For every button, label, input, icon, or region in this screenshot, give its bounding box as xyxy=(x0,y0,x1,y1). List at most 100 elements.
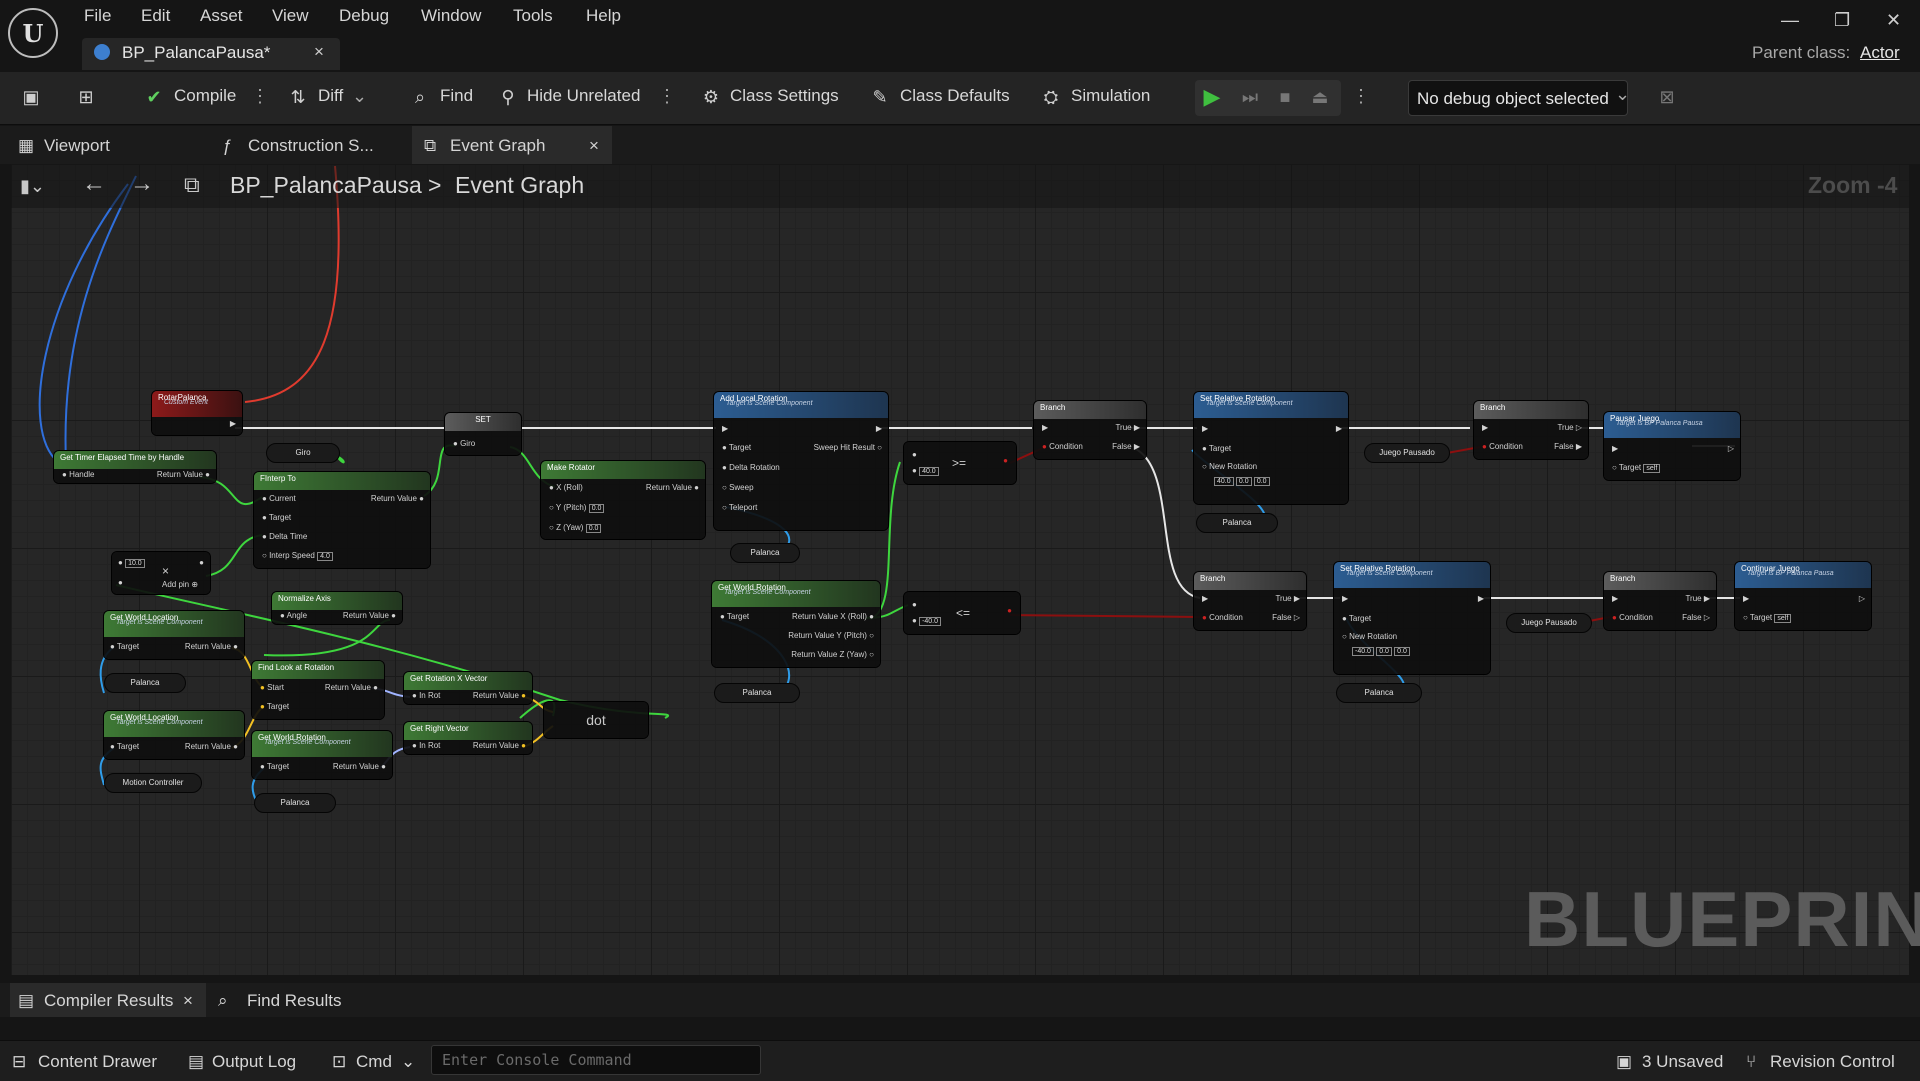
node-get-rotation-x-vector[interactable]: Get Rotation X Vector ● In Rot Return Va… xyxy=(404,672,532,704)
node-rotar-palanca[interactable]: RotarPalanca Custom Event ▶ xyxy=(152,391,242,435)
pin-z-yaw[interactable]: ○ Z (Yaw) 0.0 xyxy=(549,523,602,533)
node-dot-product[interactable]: dot xyxy=(544,702,648,738)
pin-return[interactable]: Return Value ● xyxy=(473,741,526,750)
node-finterp-to[interactable]: FInterp To ● Current Return Value ● ● Ta… xyxy=(254,472,430,568)
revision-control-button[interactable]: Revision Control xyxy=(1770,1052,1895,1072)
var-palanca[interactable]: Palanca xyxy=(254,793,336,813)
pin-target[interactable]: ● Target xyxy=(722,443,751,452)
var-palanca[interactable]: Palanca xyxy=(1336,683,1422,703)
pin-return[interactable]: Return Value ● xyxy=(325,683,378,692)
output-log-button[interactable]: Output Log xyxy=(212,1052,296,1072)
node-continuar-juego[interactable]: Continuar Juego Target is BP Palanca Paus… xyxy=(1735,562,1871,630)
pin-current[interactable]: ● Current xyxy=(262,494,296,503)
pin-true[interactable]: True ▶ xyxy=(1115,423,1140,432)
var-palanca[interactable]: Palanca xyxy=(1196,513,1278,533)
pin-target[interactable]: ● Target xyxy=(260,762,289,771)
pin-return[interactable]: Return Value ● xyxy=(343,611,396,620)
node-set-relative-rotation-2[interactable]: Set Relative Rotation Target is Scene Com… xyxy=(1334,562,1490,674)
exec-in-pin[interactable]: ▶ xyxy=(1612,594,1618,603)
exec-out-pin[interactable]: ▷ xyxy=(1728,444,1734,453)
node-greater-equal[interactable]: ● ● 40.0 >= ● xyxy=(904,442,1016,484)
pin-delta-time[interactable]: ● Delta Time xyxy=(262,532,307,541)
content-drawer-button[interactable]: Content Drawer xyxy=(38,1052,157,1072)
pin-out[interactable]: ● xyxy=(1003,456,1008,465)
pin-return[interactable]: Return Value ● xyxy=(473,691,526,700)
pin-a[interactable]: ● 10.0 xyxy=(118,558,145,568)
pin-target[interactable]: ● Target xyxy=(720,612,749,621)
cmd-chevron-down-icon[interactable]: ⌄ xyxy=(401,1052,415,1072)
var-juego-pausado[interactable]: Juego Pausado xyxy=(1506,613,1592,633)
tab-compiler-close-icon[interactable]: × xyxy=(183,991,193,1011)
pin-true[interactable]: True ▶ xyxy=(1685,594,1710,603)
var-palanca[interactable]: Palanca xyxy=(104,673,186,693)
exec-in-pin[interactable]: ▶ xyxy=(1482,423,1488,432)
node-branch-4[interactable]: Branch ▶ True ▶ ● Condition False ▷ xyxy=(1604,572,1716,630)
node-normalize-axis[interactable]: Normalize Axis ● Angle Return Value ● xyxy=(272,592,402,624)
forward-arrow-icon[interactable]: → xyxy=(130,170,154,198)
cmd-select[interactable]: Cmd xyxy=(356,1052,392,1072)
node-get-world-rotation[interactable]: Get World Rotation Target is Scene Compon… xyxy=(712,581,880,667)
exec-out-pin[interactable]: ▶ xyxy=(1336,424,1342,433)
exec-in-pin[interactable]: ▶ xyxy=(1342,594,1348,603)
pin-handle[interactable]: ● Handle xyxy=(62,470,94,479)
pin-condition[interactable]: ● Condition xyxy=(1482,442,1523,451)
pin-b[interactable]: ● xyxy=(118,578,123,587)
var-juego-pausado[interactable]: Juego Pausado xyxy=(1364,443,1450,463)
breadcrumb-graph[interactable]: Event Graph xyxy=(455,172,584,199)
console-command-input[interactable] xyxy=(431,1045,761,1075)
pin-y-pitch[interactable]: ○ Y (Pitch) 0.0 xyxy=(549,503,605,513)
pin-condition[interactable]: ● Condition xyxy=(1042,442,1083,451)
tab-find-results[interactable]: Find Results xyxy=(247,991,341,1011)
add-pin-button[interactable]: Add pin ⊕ xyxy=(162,580,198,589)
pin-target[interactable]: ● Target xyxy=(260,702,289,711)
node-set-giro[interactable]: SET ● Giro xyxy=(445,413,521,455)
pin-target[interactable]: ● Target xyxy=(1202,444,1231,453)
pin-false[interactable]: False ▷ xyxy=(1682,613,1710,622)
pin-giro[interactable]: ● Giro xyxy=(453,439,475,448)
node-get-right-vector[interactable]: Get Right Vector ● In Rot Return Value ● xyxy=(404,722,532,754)
pin-in-rot[interactable]: ● In Rot xyxy=(412,741,440,750)
node-multiply[interactable]: ● 10.0 × ● ● Add pin ⊕ xyxy=(112,552,210,594)
node-branch-3[interactable]: Branch ▶ True ▶ ● Condition False ▷ xyxy=(1194,572,1306,630)
node-find-look-at-rotation[interactable]: Find Look at Rotation ● Start Return Val… xyxy=(252,661,384,719)
pin-return-x[interactable]: Return Value X (Roll) ● xyxy=(792,612,874,621)
var-motion-controller[interactable]: Motion Controller xyxy=(104,773,202,793)
pin-return-y[interactable]: Return Value Y (Pitch) ○ xyxy=(788,631,874,640)
pin-out[interactable]: ● xyxy=(199,558,204,567)
pin-return[interactable]: Return Value ● xyxy=(185,642,238,651)
rotation-values[interactable]: -40.0 0.0 0.0 xyxy=(1352,646,1410,656)
node-make-rotator[interactable]: Make Rotator ● X (Roll) Return Value ● ○… xyxy=(541,461,705,539)
pin-new-rotation[interactable]: ○ New Rotation xyxy=(1202,462,1257,471)
pin-sweep[interactable]: ○ Sweep xyxy=(722,483,754,492)
pin-target[interactable]: ● Target xyxy=(262,513,291,522)
pin-false[interactable]: False ▶ xyxy=(1112,442,1140,451)
var-palanca[interactable]: Palanca xyxy=(714,683,800,703)
exec-out-pin[interactable]: ▷ xyxy=(1859,594,1865,603)
pin-a[interactable]: ● xyxy=(912,600,917,609)
var-giro[interactable]: Giro xyxy=(266,443,340,463)
node-set-relative-rotation-1[interactable]: Set Relative Rotation Target is Scene Com… xyxy=(1194,392,1348,504)
pin-condition[interactable]: ● Condition xyxy=(1202,613,1243,622)
pin-return[interactable]: Return Value ● xyxy=(185,742,238,751)
exec-in-pin[interactable]: ▶ xyxy=(1042,423,1048,432)
pin-x-roll[interactable]: ● X (Roll) xyxy=(549,483,583,492)
unsaved-button[interactable]: 3 Unsaved xyxy=(1642,1052,1723,1072)
var-palanca[interactable]: Palanca xyxy=(730,543,800,563)
exec-in-pin[interactable]: ▶ xyxy=(1202,424,1208,433)
node-pausar-juego[interactable]: Pausar Juego Target is BP Palanca Pausa ▶… xyxy=(1604,412,1740,480)
node-get-world-rotation-2[interactable]: Get World Rotation Target is Scene Compon… xyxy=(252,731,392,779)
breadcrumb-asset[interactable]: BP_PalancaPausa xyxy=(230,172,422,199)
pin-angle[interactable]: ● Angle xyxy=(280,611,307,620)
pin-return[interactable]: Return Value ● xyxy=(157,470,210,479)
node-branch-2[interactable]: Branch ▶ True ▷ ● Condition False ▶ xyxy=(1474,401,1588,459)
exec-in-pin[interactable]: ▶ xyxy=(722,424,728,433)
node-less-equal[interactable]: ● ● -40.0 <= ● xyxy=(904,592,1020,634)
exec-in-pin[interactable]: ▶ xyxy=(1743,594,1749,603)
pin-in-rot[interactable]: ● In Rot xyxy=(412,691,440,700)
pin-return[interactable]: Return Value ● xyxy=(646,483,699,492)
node-branch-1[interactable]: Branch ▶ True ▶ ● Condition False ▶ xyxy=(1034,401,1146,459)
pin-target[interactable]: ○ Target self xyxy=(1743,613,1792,623)
pin-delta-rotation[interactable]: ● Delta Rotation xyxy=(722,463,780,472)
rotation-values[interactable]: 40.0 0.0 0.0 xyxy=(1214,476,1270,486)
pin-true[interactable]: True ▷ xyxy=(1557,423,1582,432)
